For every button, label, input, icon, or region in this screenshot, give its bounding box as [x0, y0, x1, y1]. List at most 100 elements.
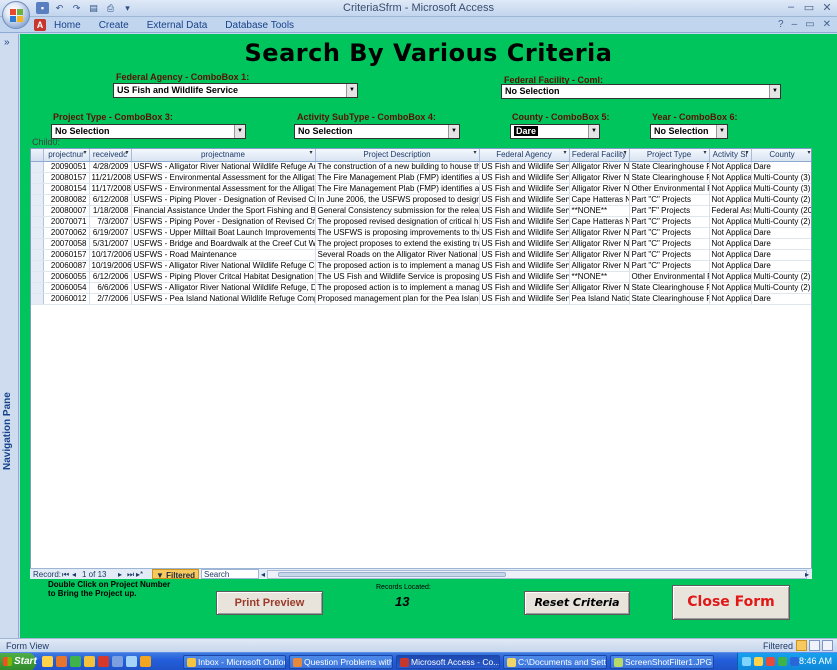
table-cell[interactable]: 20080154: [43, 183, 90, 195]
table-cell[interactable]: 20080157: [43, 172, 90, 184]
quick-launch-icon[interactable]: [70, 656, 81, 667]
table-cell[interactable]: The USFWS is proposing improvements to t…: [315, 227, 480, 239]
table-cell[interactable]: Not Applicab: [709, 293, 752, 305]
filter-toggle-button[interactable]: ▼ Filtered: [152, 569, 200, 580]
table-cell[interactable]: USFWS - Upper Milltail Boat Launch Impro…: [131, 227, 316, 239]
table-cell[interactable]: 6/6/2006: [89, 282, 132, 294]
table-cell[interactable]: The construction of a new building to ho…: [315, 161, 480, 173]
taskbar-item-access[interactable]: Microsoft Access - Co...: [396, 655, 500, 669]
county-combo[interactable]: Dare ▼: [510, 124, 600, 139]
quick-launch-icon[interactable]: [112, 656, 123, 667]
table-cell[interactable]: Part "C" Projects: [629, 216, 710, 228]
table-cell[interactable]: The proposed action is to implement a ma…: [315, 282, 480, 294]
taskbar-item-screenshot[interactable]: ScreenShotFilter1.JPG - ...: [610, 655, 714, 669]
col-header-activity[interactable]: Activity Si ▾: [709, 149, 752, 162]
table-cell[interactable]: 20080082: [43, 194, 90, 206]
table-cell[interactable]: Not Applicab: [709, 161, 752, 173]
table-cell[interactable]: 11/17/2008: [89, 183, 132, 195]
table-cell[interactable]: 20080007: [43, 205, 90, 217]
table-cell[interactable]: Proposed management plan for the Pea Isl…: [315, 293, 480, 305]
year-combo[interactable]: No Selection ▼: [650, 124, 728, 139]
tab-external-data[interactable]: External Data: [147, 20, 208, 31]
table-cell[interactable]: Financial Assistance Under the Sport Fis…: [131, 205, 316, 217]
table-cell[interactable]: Multi-County (2): [751, 216, 811, 228]
table-cell[interactable]: **NONE**: [569, 271, 630, 283]
restore-icon[interactable]: ▭: [803, 1, 815, 14]
federal-agency-combo[interactable]: US Fish and Wildlife Service ▼: [113, 83, 358, 98]
new-record-button[interactable]: ▸*: [136, 569, 143, 580]
row-selector[interactable]: [31, 260, 44, 272]
table-cell[interactable]: USFWS - Piping Plover - Designation of R…: [131, 194, 316, 206]
table-row[interactable]: 20080082 6/12/2008 USFWS - Piping Plover -…: [31, 194, 811, 206]
col-header-projectnum[interactable]: projectnur ▾: [43, 149, 90, 162]
table-cell[interactable]: US Fish and Wildlife Service: [479, 161, 570, 173]
table-cell[interactable]: 20070058: [43, 238, 90, 250]
table-cell[interactable]: Not Applicab: [709, 194, 752, 206]
taskbar-item-question[interactable]: Question Problems with s...: [289, 655, 393, 669]
table-cell[interactable]: Alligator River Nat: [569, 282, 630, 294]
row-selector[interactable]: [31, 205, 44, 217]
row-selector[interactable]: [31, 183, 44, 195]
table-cell[interactable]: The proposed revised designation of crit…: [315, 216, 480, 228]
layout-view-icon[interactable]: [809, 640, 820, 651]
table-cell[interactable]: Dare: [751, 260, 811, 272]
doc-close-icon[interactable]: ✕: [823, 19, 831, 30]
table-cell[interactable]: State Clearinghouse Rev: [629, 282, 710, 294]
table-cell[interactable]: Federal Assi: [709, 205, 752, 217]
tray-icon[interactable]: [778, 657, 787, 666]
table-cell[interactable]: USFWS - Environmental Assessment for the…: [131, 183, 316, 195]
table-cell[interactable]: The Fire Management Plab (FMP) identifie…: [315, 183, 480, 195]
table-cell[interactable]: USFWS - Piping Pover - Designation of Re…: [131, 216, 316, 228]
row-selector[interactable]: [31, 271, 44, 283]
col-header-county[interactable]: County ▾: [751, 149, 811, 162]
tab-database-tools[interactable]: Database Tools: [225, 20, 294, 31]
table-cell[interactable]: 10/19/2006: [89, 260, 132, 272]
table-cell[interactable]: 20070062: [43, 227, 90, 239]
tray-icon[interactable]: [790, 657, 799, 666]
table-cell[interactable]: Multi-County (20): [751, 205, 811, 217]
table-cell[interactable]: 1/18/2008: [89, 205, 132, 217]
table-cell[interactable]: Not Applicab: [709, 238, 752, 250]
table-cell[interactable]: 6/12/2008: [89, 194, 132, 206]
table-cell[interactable]: **NONE**: [569, 205, 630, 217]
table-cell[interactable]: 7/3/2007: [89, 216, 132, 228]
row-selector[interactable]: [31, 293, 44, 305]
table-cell[interactable]: USFWS - Alligator River National Wildlif…: [131, 161, 316, 173]
table-cell[interactable]: US Fish and Wildlife Service: [479, 249, 570, 261]
table-cell[interactable]: Other Environmental Rev: [629, 183, 710, 195]
table-cell[interactable]: US Fish and Wildlife Service: [479, 194, 570, 206]
table-cell[interactable]: 2/7/2006: [89, 293, 132, 305]
table-cell[interactable]: State Clearinghouse Rev: [629, 172, 710, 184]
col-header-project-type[interactable]: Project Type ▾: [629, 149, 710, 162]
col-header-description[interactable]: Project Description ▾: [315, 149, 480, 162]
office-button[interactable]: [2, 1, 30, 29]
table-cell[interactable]: US Fish and Wildlife Service: [479, 238, 570, 250]
table-row[interactable]: 20060054 6/6/2006 USFWS - Alligator River …: [31, 282, 811, 294]
table-cell[interactable]: US Fish and Wildlife Service: [479, 172, 570, 184]
table-row[interactable]: 20070071 7/3/2007 USFWS - Piping Pover - D…: [31, 216, 811, 228]
table-cell[interactable]: Dare: [751, 238, 811, 250]
activity-subtype-combo[interactable]: No Selection ▼: [294, 124, 460, 139]
table-cell[interactable]: USFWS - Road Maintenance: [131, 249, 316, 261]
table-cell[interactable]: Multi-County (2): [751, 271, 811, 283]
tab-home[interactable]: Home: [54, 20, 81, 31]
table-cell[interactable]: General Consistency submission for the r…: [315, 205, 480, 217]
table-cell[interactable]: Several Roads on the Alligator River Nat…: [315, 249, 480, 261]
next-record-button[interactable]: ▸: [118, 569, 122, 580]
table-cell[interactable]: Cape Hatteras Na: [569, 194, 630, 206]
table-cell[interactable]: Dare: [751, 293, 811, 305]
table-row[interactable]: 20060087 10/19/2006 USFWS - Alligator Rive…: [31, 260, 811, 272]
table-cell[interactable]: 4/28/2009: [89, 161, 132, 173]
table-cell[interactable]: Alligator River Nat: [569, 161, 630, 173]
federal-facility-combo[interactable]: No Selection ▼: [501, 84, 781, 99]
table-cell[interactable]: Part "C" Projects: [629, 194, 710, 206]
doc-minimize-icon[interactable]: –: [792, 19, 798, 30]
table-cell[interactable]: Not Applicab: [709, 249, 752, 261]
table-cell[interactable]: US Fish and Wildlife Service: [479, 227, 570, 239]
chevron-down-icon[interactable]: ▼: [769, 85, 780, 98]
table-cell[interactable]: Alligator River Nat: [569, 227, 630, 239]
table-cell[interactable]: The Fire Management Plab (FMP) identifie…: [315, 172, 480, 184]
table-cell[interactable]: Part "C" Projects: [629, 249, 710, 261]
table-row[interactable]: 20070062 6/19/2007 USFWS - Upper Milltail …: [31, 227, 811, 239]
scroll-left-icon[interactable]: ◂: [261, 569, 265, 580]
